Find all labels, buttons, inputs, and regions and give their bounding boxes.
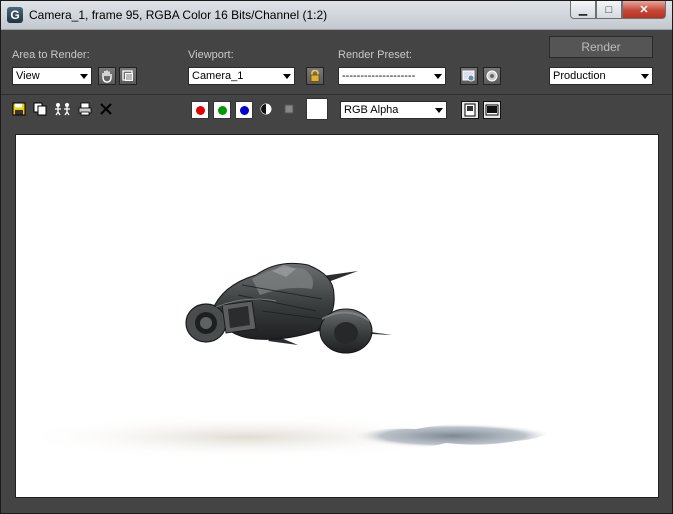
window-controls: ▁ □ ✕: [570, 1, 666, 21]
render-button[interactable]: Render: [549, 36, 653, 58]
lock-icon: [310, 69, 320, 82]
display-channel-value: RGB Alpha: [344, 104, 399, 116]
clear-icon: [100, 103, 112, 115]
channel-display-icon: [464, 103, 476, 117]
chevron-down-icon: [283, 74, 291, 79]
copy-icon: [33, 102, 47, 116]
render-preset-dropdown[interactable]: --------------------: [338, 67, 446, 85]
viewport-dropdown[interactable]: Camera_1: [188, 67, 295, 85]
render-preset-label: Render Preset:: [338, 49, 412, 61]
window-title: Camera_1, frame 95, RGBA Color 16 Bits/C…: [29, 8, 328, 22]
title-bar[interactable]: G Camera_1, frame 95, RGBA Color 16 Bits…: [1, 1, 672, 30]
chevron-down-icon: [434, 74, 442, 79]
clone-icon: [55, 103, 70, 116]
blue-dot-icon: [240, 106, 249, 115]
red-channel-toggle[interactable]: [191, 101, 209, 119]
crop-icon-button[interactable]: [119, 67, 137, 85]
minimize-button[interactable]: ▁: [570, 1, 596, 19]
close-button[interactable]: ✕: [622, 1, 666, 19]
render-setup-button[interactable]: [483, 67, 501, 85]
clone-window-button[interactable]: [54, 101, 72, 120]
green-dot-icon: [218, 106, 227, 115]
save-image-button[interactable]: [11, 101, 27, 120]
chevron-down-icon: [435, 108, 443, 113]
viewport-label: Viewport:: [188, 49, 234, 61]
rendered-image: [16, 262, 556, 459]
environment-button[interactable]: [460, 67, 478, 85]
alpha-channel-toggle[interactable]: [258, 101, 274, 120]
environment-icon: [462, 70, 475, 82]
info-panel-button[interactable]: [461, 101, 479, 119]
monochrome-toggle[interactable]: [281, 101, 297, 120]
lock-viewport-button[interactable]: [306, 67, 324, 85]
mono-icon: [284, 104, 294, 114]
production-value: Production: [553, 70, 606, 82]
production-dropdown[interactable]: Production: [549, 67, 653, 85]
frame-window-button[interactable]: [483, 101, 501, 119]
save-icon: [12, 102, 26, 116]
frame-window-icon: [485, 104, 499, 116]
app-icon: G: [7, 7, 23, 23]
hand-icon-button[interactable]: [98, 67, 116, 85]
display-channel-dropdown[interactable]: RGB Alpha: [340, 101, 447, 119]
rendered-image-viewport[interactable]: [15, 134, 659, 498]
frame-buffer-window: G Camera_1, frame 95, RGBA Color 16 Bits…: [0, 0, 673, 514]
blue-channel-toggle[interactable]: [235, 101, 253, 119]
alpha-half-icon: [260, 103, 272, 115]
print-image-button[interactable]: [77, 101, 93, 120]
render-preset-value: --------------------: [342, 70, 416, 82]
copy-image-button[interactable]: [32, 101, 48, 120]
chevron-down-icon: [641, 74, 649, 79]
clear-image-button[interactable]: [98, 101, 114, 120]
area-to-render-dropdown[interactable]: View: [12, 67, 92, 85]
chevron-down-icon: [80, 74, 88, 79]
toolbar-divider: [1, 94, 672, 95]
area-to-render-label: Area to Render:: [12, 49, 90, 61]
color-swatch[interactable]: [306, 98, 328, 120]
render-controls-panel: Area to Render: View Viewport: Camera_1: [1, 30, 672, 126]
print-icon: [78, 102, 92, 116]
spaceship-model: [185, 262, 392, 354]
crop-icon: [122, 70, 133, 81]
area-to-render-value: View: [16, 70, 40, 82]
gear-icon: [486, 70, 498, 82]
viewport-value: Camera_1: [192, 70, 244, 82]
maximize-button[interactable]: □: [596, 1, 622, 19]
hand-icon: [102, 70, 112, 83]
green-channel-toggle[interactable]: [213, 101, 231, 119]
red-dot-icon: [196, 106, 205, 115]
